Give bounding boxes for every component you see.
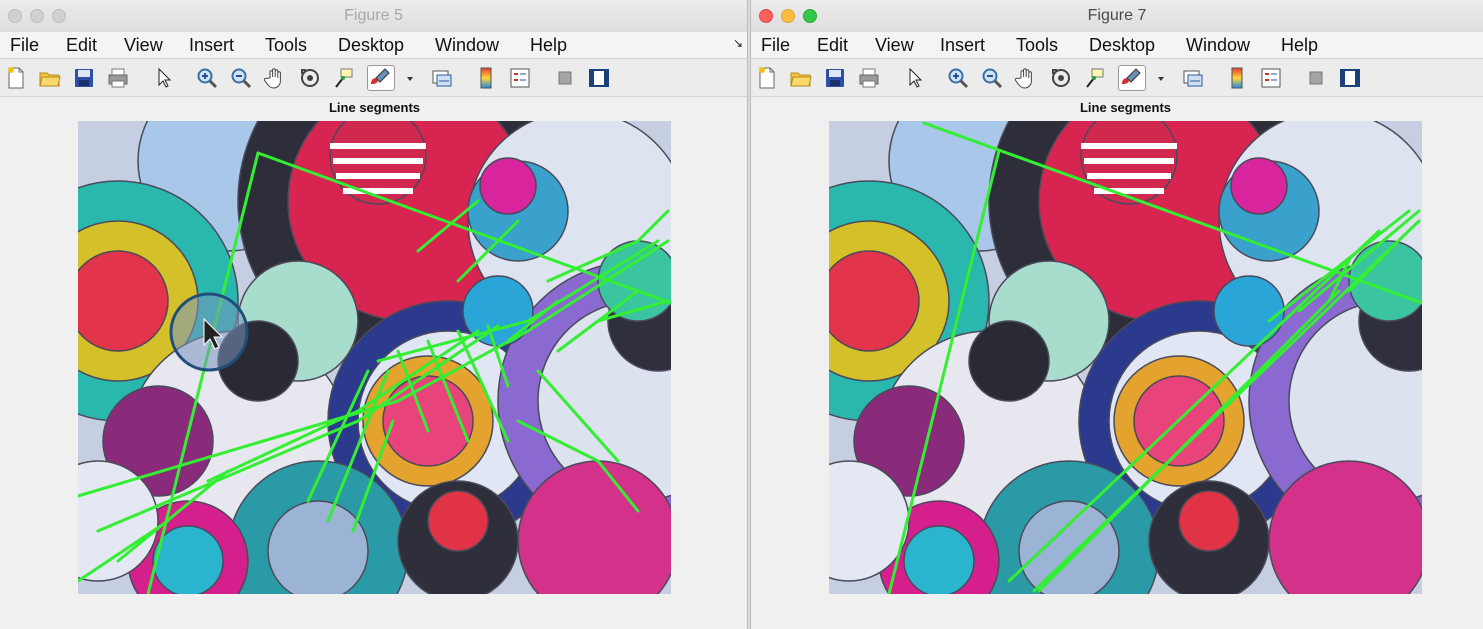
edit-plot-arrow-icon[interactable]: [152, 66, 176, 90]
figure-toolbar: [0, 59, 747, 97]
data-cursor-icon[interactable]: [332, 66, 356, 90]
menu-desktop[interactable]: Desktop: [1089, 35, 1155, 56]
hide-plot-tools-icon[interactable]: [553, 66, 577, 90]
print-figure-icon[interactable]: [857, 66, 881, 90]
window-title: Figure 5: [344, 7, 403, 24]
cursor-highlight-icon: [169, 292, 249, 372]
show-plot-tools-icon[interactable]: [587, 66, 611, 90]
new-figure-icon[interactable]: [755, 66, 779, 90]
title-bar[interactable]: Figure 5: [0, 0, 747, 33]
menu-bar: File Edit View Insert Tools Desktop Wind…: [0, 32, 747, 59]
insert-legend-icon[interactable]: [508, 66, 532, 90]
menu-file[interactable]: File: [761, 35, 790, 56]
menu-edit[interactable]: Edit: [817, 35, 848, 56]
painting-image: [78, 121, 671, 594]
brush-icon[interactable]: [1118, 65, 1146, 91]
menu-view[interactable]: View: [875, 35, 914, 56]
zoom-in-icon[interactable]: [946, 66, 970, 90]
menu-dock-arrow-icon[interactable]: ↘: [733, 36, 743, 50]
new-figure-icon[interactable]: [4, 66, 28, 90]
insert-colorbar-icon[interactable]: [474, 66, 498, 90]
menu-file[interactable]: File: [10, 35, 39, 56]
menu-edit[interactable]: Edit: [66, 35, 97, 56]
menu-window[interactable]: Window: [1186, 35, 1250, 56]
insert-legend-icon[interactable]: [1259, 66, 1283, 90]
axes-title: Line segments: [328, 100, 421, 115]
menu-insert[interactable]: Insert: [189, 35, 234, 56]
painting-image: [829, 121, 1422, 594]
menu-window[interactable]: Window: [435, 35, 499, 56]
line-segments-axes[interactable]: [829, 121, 1422, 594]
pan-hand-icon[interactable]: [263, 66, 287, 90]
menu-help[interactable]: Help: [530, 35, 567, 56]
title-bar[interactable]: Figure 7: [751, 0, 1483, 33]
zoom-in-icon[interactable]: [195, 66, 219, 90]
print-figure-icon[interactable]: [106, 66, 130, 90]
zoom-out-icon[interactable]: [980, 66, 1004, 90]
window-title: Figure 7: [1087, 7, 1147, 24]
menu-tools[interactable]: Tools: [1016, 35, 1058, 56]
show-plot-tools-icon[interactable]: [1338, 66, 1362, 90]
open-file-icon[interactable]: [38, 66, 62, 90]
data-cursor-icon[interactable]: [1083, 66, 1107, 90]
zoom-out-icon[interactable]: [229, 66, 253, 90]
brush-dropdown-icon[interactable]: [398, 66, 413, 90]
menu-insert[interactable]: Insert: [940, 35, 985, 56]
brush-dropdown-icon[interactable]: [1149, 66, 1164, 90]
hide-plot-tools-icon[interactable]: [1304, 66, 1328, 90]
figure-7-window: Figure 7 File Edit View Insert Tools Des…: [750, 0, 1483, 629]
menu-view[interactable]: View: [124, 35, 163, 56]
menu-desktop[interactable]: Desktop: [338, 35, 404, 56]
save-figure-icon[interactable]: [72, 66, 96, 90]
rotate-3d-icon[interactable]: [298, 66, 322, 90]
link-plot-icon[interactable]: [1181, 66, 1205, 90]
menu-bar: File Edit View Insert Tools Desktop Wind…: [751, 32, 1483, 59]
link-plot-icon[interactable]: [430, 66, 454, 90]
menu-tools[interactable]: Tools: [265, 35, 307, 56]
rotate-3d-icon[interactable]: [1049, 66, 1073, 90]
figure-5-window: Figure 5 File Edit View Insert Tools Des…: [0, 0, 748, 629]
open-file-icon[interactable]: [789, 66, 813, 90]
line-segments-axes[interactable]: [78, 121, 671, 594]
axes-title: Line segments: [1079, 100, 1172, 115]
figure-toolbar: [751, 59, 1483, 97]
pan-hand-icon[interactable]: [1014, 66, 1038, 90]
edit-plot-arrow-icon[interactable]: [903, 66, 927, 90]
save-figure-icon[interactable]: [823, 66, 847, 90]
brush-icon[interactable]: [367, 65, 395, 91]
menu-help[interactable]: Help: [1281, 35, 1318, 56]
insert-colorbar-icon[interactable]: [1225, 66, 1249, 90]
